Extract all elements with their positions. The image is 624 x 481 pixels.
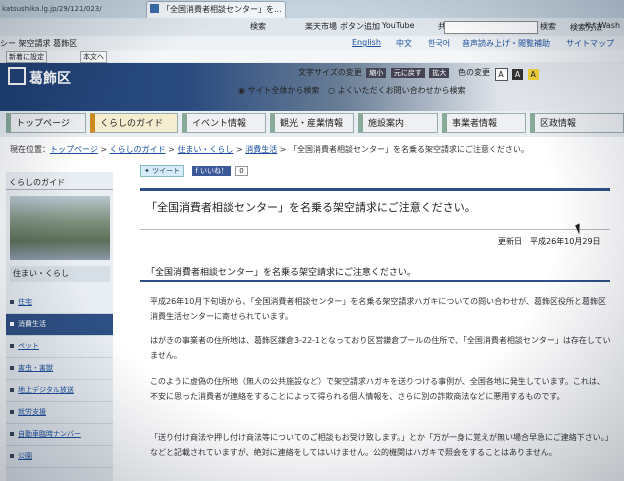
toolbar-rakuten[interactable]: 楽天市場 xyxy=(305,21,337,32)
like-count: 0 xyxy=(235,166,248,176)
font-reset-button[interactable]: 元に戻す xyxy=(390,68,425,78)
nav-administration[interactable]: 区政情報 xyxy=(530,113,624,133)
search-help-link[interactable]: 検索方法 xyxy=(570,22,602,33)
nav-facilities[interactable]: 施設案内 xyxy=(358,113,438,133)
sidebar-subtitle[interactable]: 住まい・くらし xyxy=(10,266,110,282)
twitter-icon: ✦ xyxy=(144,167,153,175)
sidebar-item-park[interactable]: 公園 xyxy=(6,446,113,468)
color-yellow-button[interactable]: A xyxy=(527,69,539,80)
font-larger-button[interactable]: 拡大 xyxy=(429,68,450,78)
sidebar-item-employment[interactable]: 就労支援 xyxy=(6,402,113,424)
toolbar-youtube[interactable]: YouTube xyxy=(382,21,415,30)
sidebar-item-digital-tv[interactable]: 地上デジタル放送 xyxy=(6,380,113,402)
new-button[interactable]: 新着に設定 xyxy=(6,51,47,63)
breadcrumb: 現在位置：トップページ > くらしのガイド > 住まい・くらし > 消費生活 >… xyxy=(10,145,529,154)
paragraph-3: このように虚偽の住所地（無人の公共施設など）で架空請求ハガキを送りつける事例が、… xyxy=(150,377,605,401)
nav-business[interactable]: 事業者情報 xyxy=(442,113,526,133)
radio-faq-search[interactable]: ○ xyxy=(328,86,338,95)
crumb-consumer[interactable]: 消費生活 xyxy=(245,145,277,154)
page-label: シー 架空請求 葛飾区 xyxy=(0,39,78,48)
tab-title: 「全国消費者相談センター」を... xyxy=(162,5,282,14)
address-bar[interactable]: katsushika.lg.jp/29/121/023/ xyxy=(0,2,130,16)
toolbar-search-button[interactable]: 検索 xyxy=(250,21,266,32)
site-logo[interactable]: 葛飾区 xyxy=(8,67,71,88)
page-title: 「全国消費者相談センター」を名乗る架空請求にご注意ください。 xyxy=(146,201,476,214)
fontsize-label: 文字サイズの変更 xyxy=(298,68,362,77)
color-dark-button[interactable]: A xyxy=(512,69,524,80)
nav-top[interactable]: トップページ xyxy=(6,113,86,133)
link-korean[interactable]: 한국어 xyxy=(428,38,450,49)
search-scope: ◉ サイト全体から検索 ○ よくいただくお問い合わせから検索 xyxy=(238,86,466,95)
sidebar-item-pet[interactable]: ペット xyxy=(6,336,113,358)
crumb-housing[interactable]: 住まい・くらし xyxy=(177,145,233,154)
tweet-button[interactable]: ✦ ツイート xyxy=(140,165,185,177)
favicon-icon xyxy=(150,4,159,13)
bookmark-bar: シー 架空請求 葛飾区 English 中文 한국어 音声読み上げ・閲覧補助 サ… xyxy=(0,36,624,51)
font-size-controls: 文字サイズの変更 縮小 元に戻す 拡大 色の変更 A A A xyxy=(298,67,539,81)
sidebar-item-consumer[interactable]: 消費生活 xyxy=(6,314,113,336)
font-smaller-button[interactable]: 縮小 xyxy=(366,68,387,78)
crumb-top[interactable]: トップページ xyxy=(50,145,98,154)
search-button[interactable]: 検索 xyxy=(540,21,556,32)
sidebar-item-pests[interactable]: 害虫・害獣 xyxy=(6,358,113,380)
sidebar-photo xyxy=(10,196,110,260)
radio-site-search[interactable]: ◉ xyxy=(238,86,248,95)
site-header: 葛飾区 文字サイズの変更 縮小 元に戻す 拡大 色の変更 A A A ◉ サイト… xyxy=(0,63,624,111)
link-voice[interactable]: 音声読み上げ・閲覧補助 xyxy=(462,38,550,49)
updated-date: 更新日 平成26年10月29日 xyxy=(498,237,601,246)
sidebar-item-car-plate[interactable]: 自動車臨時ナンバー xyxy=(6,424,113,446)
sidebar-title: くらしのガイド xyxy=(6,176,113,190)
nav-tourism[interactable]: 観光・産業情報 xyxy=(270,113,354,133)
toolbar-add-button[interactable]: ボタン追加 xyxy=(340,21,380,32)
paragraph-2: はがきの事業者の住所地は、葛飾区鎌倉3-22-1となっており区営鎌倉プールの住所… xyxy=(150,336,611,360)
nav-events[interactable]: イベント情報 xyxy=(182,113,266,133)
skip-links: 新着に設定 本文へ xyxy=(0,50,624,63)
color-label: 色の変更 xyxy=(457,68,490,77)
link-sitemap[interactable]: サイトマップ xyxy=(566,38,614,49)
section-heading: 「全国消費者相談センター」を名乗る架空請求にご注意ください。 xyxy=(146,268,416,278)
browser-tab[interactable]: 「全国消費者相談センター」を... xyxy=(146,1,286,18)
crumb-living[interactable]: くらしのガイド xyxy=(110,145,166,154)
like-button[interactable]: f いいね！ xyxy=(192,166,232,176)
paragraph-4: 「送り付け商法や押し付け商法等についてのご相談もお受け致します。」とか「万が一身… xyxy=(150,433,609,457)
link-chinese[interactable]: 中文 xyxy=(396,38,412,49)
nav-living-guide[interactable]: くらしのガイド xyxy=(90,113,178,133)
sidebar-list: 住宅 消費生活 ペット 害虫・害獣 地上デジタル放送 就労支援 自動車臨時ナンバ… xyxy=(6,292,113,468)
browser-tab-bar: katsushika.lg.jp/29/121/023/ 「全国消費者相談センタ… xyxy=(0,0,624,19)
share-buttons: ✦ ツイート f いいね！ 0 xyxy=(140,165,248,177)
skip-to-content-button[interactable]: 本文へ xyxy=(80,51,107,63)
sidebar-item-housing[interactable]: 住宅 xyxy=(6,292,113,314)
color-white-button[interactable]: A xyxy=(494,68,508,81)
paragraph-1: 平成26年10月下旬頃から、「全国消費者相談センター」を名乗る架空請求ハガキにつ… xyxy=(150,297,606,321)
crumb-current: 「全国消費者相談センター」を名乗る架空請求にご注意ください。 xyxy=(289,145,529,154)
search-input[interactable] xyxy=(444,21,538,34)
logo-mark-icon xyxy=(8,67,26,85)
link-english[interactable]: English xyxy=(352,38,381,47)
global-nav: トップページ くらしのガイド イベント情報 観光・産業情報 施設案内 事業者情報… xyxy=(6,113,624,135)
